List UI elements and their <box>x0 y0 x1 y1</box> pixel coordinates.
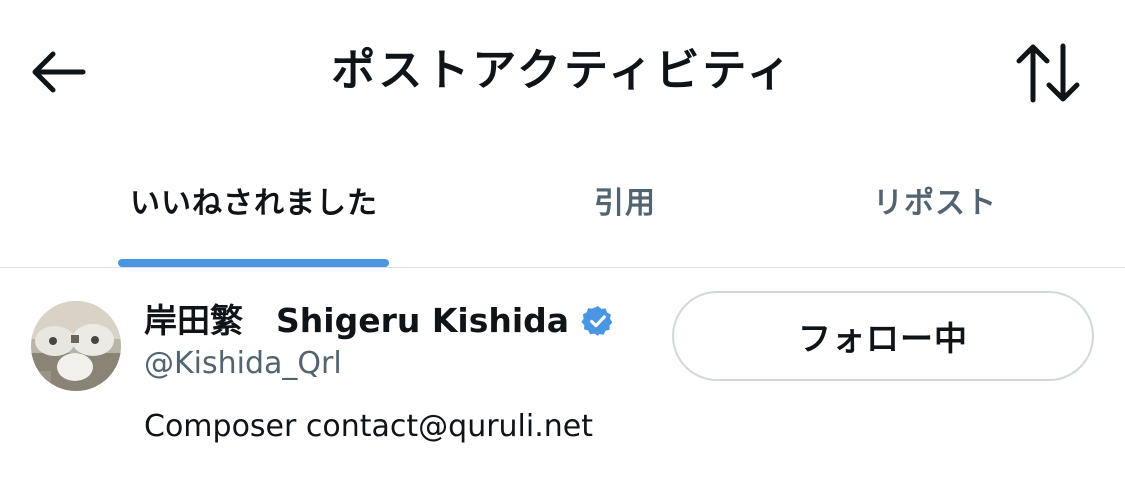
tab-likes[interactable]: いいねされました <box>75 160 433 268</box>
avatar[interactable] <box>31 301 121 391</box>
activity-tabs: いいねされました 引用 リポスト <box>0 160 1125 268</box>
avatar-photo <box>31 301 121 391</box>
sort-arrows-icon <box>1016 43 1080 103</box>
following-button[interactable]: フォロー中 <box>672 291 1094 381</box>
display-name-text: 岸田繁 Shigeru Kishida <box>144 301 570 340</box>
user-handle: @Kishida_Qrl <box>144 346 342 381</box>
post-activity-screen: ポストアクティビティ いいねされました 引用 リポスト 岸田繁 Shigeru … <box>0 0 1125 485</box>
tab-likes-label: いいねされました <box>130 186 378 221</box>
page-title: ポストアクティビティ <box>331 45 794 96</box>
active-tab-indicator <box>118 259 389 267</box>
verified-badge-icon <box>581 306 613 336</box>
tab-reposts-label: リポスト <box>873 186 997 221</box>
tab-quotes-label: 引用 <box>594 186 656 221</box>
user-bio: Composer contact@quruli.net <box>144 409 593 444</box>
user-display-name[interactable]: 岸田繁 Shigeru Kishida <box>144 298 615 344</box>
header: ポストアクティビティ <box>0 0 1125 140</box>
user-list-item[interactable]: 岸田繁 Shigeru Kishida @Kishida_Qrl Compose… <box>0 268 1125 485</box>
tab-reposts[interactable]: リポスト <box>825 160 1045 268</box>
tab-quotes[interactable]: 引用 <box>533 160 717 268</box>
sort-button[interactable] <box>1007 36 1091 110</box>
